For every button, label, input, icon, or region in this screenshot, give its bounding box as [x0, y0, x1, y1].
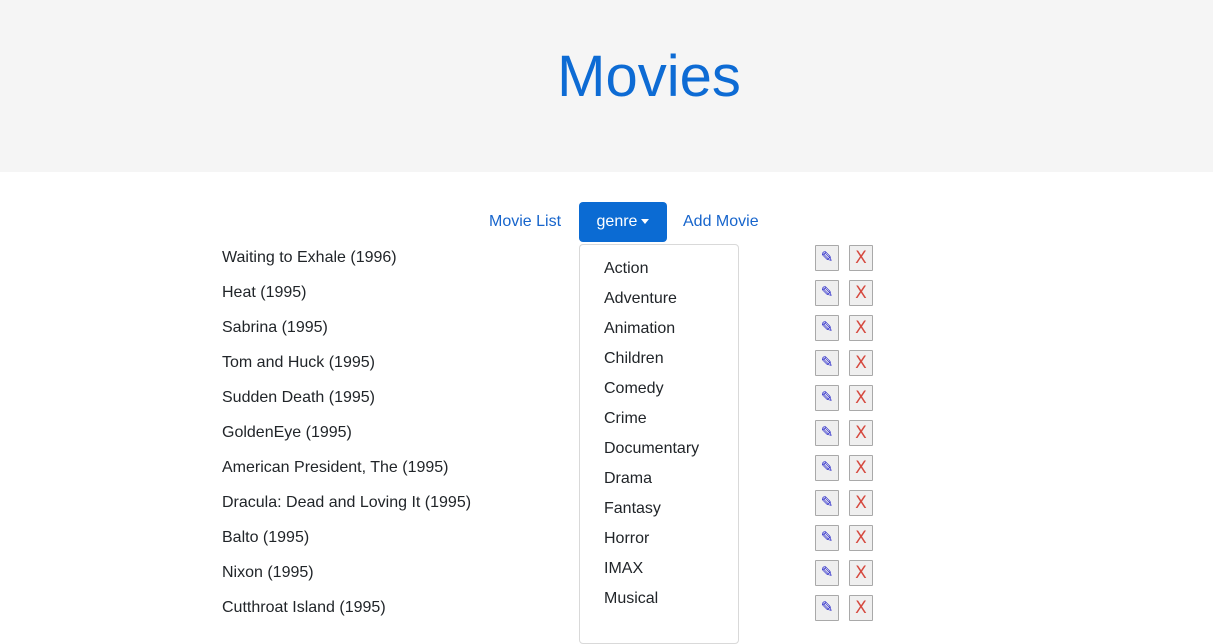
edit-button[interactable]: ✎ [815, 490, 839, 516]
genre-option-fantasy[interactable]: Fantasy [604, 499, 661, 519]
movie-title: Dracula: Dead and Loving It (1995) [222, 494, 472, 511]
pencil-icon: ✎ [820, 354, 834, 371]
genre-option-imax[interactable]: IMAX [604, 559, 643, 579]
movie-title: Sabrina (1995) [222, 319, 328, 336]
movie-title: Nixon (1995) [222, 564, 314, 581]
movie-title: Cutthroat Island (1995) [222, 599, 386, 616]
delete-button[interactable]: X [849, 595, 873, 621]
edit-button[interactable]: ✎ [815, 280, 839, 306]
genre-option-animation[interactable]: Animation [604, 319, 675, 339]
genre-option-comedy[interactable]: Comedy [604, 379, 664, 399]
edit-button[interactable]: ✎ [815, 245, 839, 271]
main-nav: Movie List genre Add Movie [0, 202, 1213, 242]
delete-button[interactable]: X [849, 490, 873, 516]
caret-down-icon [641, 219, 650, 224]
genre-option-adventure[interactable]: Adventure [604, 289, 677, 309]
edit-button[interactable]: ✎ [815, 595, 839, 621]
delete-button[interactable]: X [849, 420, 873, 446]
genre-dropdown-button[interactable]: genre [579, 202, 667, 242]
x-icon: X [855, 563, 867, 583]
nav-movie-list-link[interactable]: Movie List [489, 212, 561, 232]
delete-button[interactable]: X [849, 385, 873, 411]
genre-option-action[interactable]: Action [604, 259, 648, 279]
movie-title: Tom and Huck (1995) [222, 354, 375, 371]
x-icon: X [855, 388, 867, 408]
pencil-icon: ✎ [820, 389, 834, 406]
edit-button[interactable]: ✎ [815, 455, 839, 481]
page-title: Movies [557, 44, 741, 109]
x-icon: X [855, 423, 867, 443]
pencil-icon: ✎ [820, 319, 834, 336]
pencil-icon: ✎ [820, 459, 834, 476]
genre-option-children[interactable]: Children [604, 349, 664, 369]
genre-option-crime[interactable]: Crime [604, 409, 647, 429]
pencil-icon: ✎ [820, 599, 834, 616]
genre-option-drama[interactable]: Drama [604, 469, 652, 489]
movie-title: GoldenEye (1995) [222, 424, 352, 441]
x-icon: X [855, 493, 867, 513]
delete-button[interactable]: X [849, 455, 873, 481]
delete-button[interactable]: X [849, 280, 873, 306]
movie-title: American President, The (1995) [222, 459, 449, 476]
genre-option-documentary[interactable]: Documentary [604, 439, 699, 459]
x-icon: X [855, 248, 867, 268]
pencil-icon: ✎ [820, 424, 834, 441]
movie-title: Sudden Death (1995) [222, 389, 375, 406]
movie-title: Waiting to Exhale (1996) [222, 249, 397, 266]
pencil-icon: ✎ [820, 529, 834, 546]
edit-button[interactable]: ✎ [815, 560, 839, 586]
delete-button[interactable]: X [849, 245, 873, 271]
x-icon: X [855, 283, 867, 303]
edit-button[interactable]: ✎ [815, 420, 839, 446]
movie-title: Heat (1995) [222, 284, 307, 301]
edit-button[interactable]: ✎ [815, 385, 839, 411]
x-icon: X [855, 353, 867, 373]
x-icon: X [855, 318, 867, 338]
pencil-icon: ✎ [820, 494, 834, 511]
delete-button[interactable]: X [849, 560, 873, 586]
x-icon: X [855, 598, 867, 618]
pencil-icon: ✎ [820, 564, 834, 581]
pencil-icon: ✎ [820, 249, 834, 266]
delete-button[interactable]: X [849, 350, 873, 376]
x-icon: X [855, 528, 867, 548]
genre-button-label: genre [596, 213, 638, 230]
genre-option-horror[interactable]: Horror [604, 529, 649, 549]
genre-option-musical[interactable]: Musical [604, 589, 658, 609]
pencil-icon: ✎ [820, 284, 834, 301]
movie-title: Balto (1995) [222, 529, 310, 546]
nav-add-movie-link[interactable]: Add Movie [683, 212, 759, 232]
delete-button[interactable]: X [849, 315, 873, 341]
edit-button[interactable]: ✎ [815, 525, 839, 551]
edit-button[interactable]: ✎ [815, 350, 839, 376]
x-icon: X [855, 458, 867, 478]
header-jumbotron: Movies [0, 0, 1213, 172]
delete-button[interactable]: X [849, 525, 873, 551]
edit-button[interactable]: ✎ [815, 315, 839, 341]
genre-dropdown-menu: Action Adventure Animation Children Comedy Cr… [579, 244, 739, 644]
